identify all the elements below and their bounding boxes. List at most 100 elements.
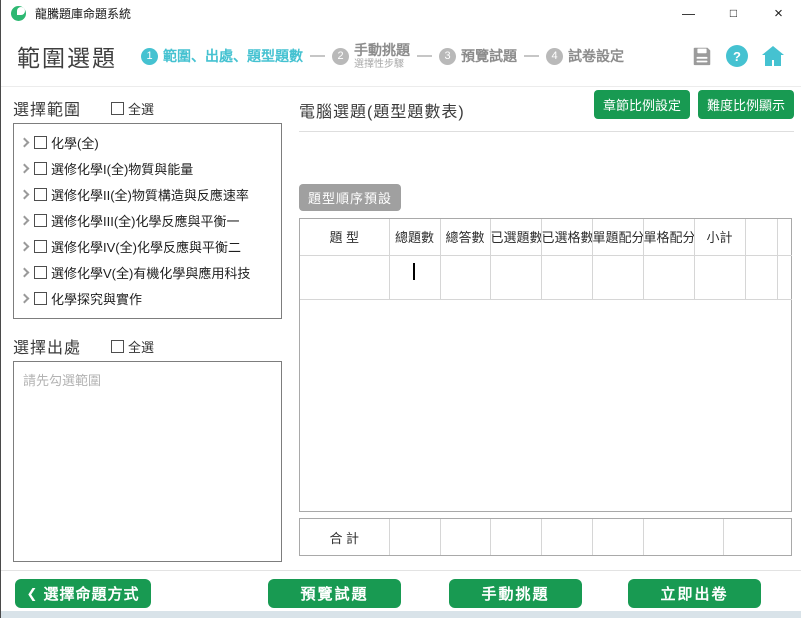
page-title: 範圍選題 [17, 39, 117, 73]
chevron-right-icon[interactable] [20, 215, 30, 225]
tree-checkbox[interactable] [34, 188, 47, 201]
close-button[interactable]: × [756, 5, 801, 22]
range-tree: 化學(全) 選修化學I(全)物質與能量 選修化學II(全)物質構造與反應速率 選… [13, 123, 282, 319]
save-icon[interactable] [691, 45, 713, 67]
tree-item-label: 選修化學I(全)物質與能量 [51, 159, 193, 178]
col-points-per-blank: 單格配分 [643, 219, 694, 255]
total-row: 合 計 [299, 518, 792, 556]
step-1-label: 範圍、出處、題型題數 [163, 48, 303, 64]
tree-item-elective-3[interactable]: 選修化學III(全)化學反應與平衡一 [14, 207, 281, 233]
cell-selected-questions[interactable] [490, 255, 541, 299]
tree-item-elective-4[interactable]: 選修化學IV(全)化學反應與平衡二 [14, 233, 281, 259]
source-section-header: 選擇出處 全選 [13, 334, 282, 358]
source-list[interactable]: 請先勾選範圍 [13, 361, 282, 562]
tree-item-label: 選修化學IV(全)化學反應與平衡二 [51, 237, 241, 256]
col-empty [745, 219, 777, 255]
tree-checkbox[interactable] [34, 240, 47, 253]
source-select-all-checkbox[interactable] [111, 340, 124, 353]
preview-questions-button[interactable]: 預覽試題 [268, 579, 401, 608]
tree-item-inquiry-practice[interactable]: 化學探究與實作 [14, 285, 281, 311]
window-controls: — □ × [666, 5, 801, 22]
tree-item-chemistry-all[interactable]: 化學(全) [14, 129, 281, 155]
col-points-per-question: 單題配分 [592, 219, 643, 255]
tree-item-label: 選修化學V(全)有機化學與應用科技 [51, 263, 250, 282]
range-select-all-checkbox[interactable] [111, 102, 124, 115]
chevron-right-icon[interactable] [20, 293, 30, 303]
manual-pick-button[interactable]: 手動挑題 [449, 579, 582, 608]
tree-checkbox[interactable] [34, 266, 47, 279]
difficulty-ratio-button[interactable]: 難度比例顯示 [698, 90, 794, 119]
total-cell [490, 519, 541, 555]
tree-item-elective-1[interactable]: 選修化學I(全)物質與能量 [14, 155, 281, 181]
tree-checkbox[interactable] [34, 162, 47, 175]
tree-checkbox[interactable] [34, 136, 47, 149]
step-3-label: 預覽試題 [461, 48, 517, 64]
chevron-right-icon[interactable] [20, 241, 30, 251]
step-1-range: 1 範圍、出處、題型題數 [141, 48, 303, 65]
step-connector [417, 55, 432, 57]
step-4-label: 試卷設定 [568, 48, 624, 64]
chevron-right-icon[interactable] [20, 267, 30, 277]
chevron-right-icon[interactable] [20, 189, 30, 199]
generate-paper-button[interactable]: 立即出卷 [628, 579, 761, 608]
cell-total-answers[interactable] [440, 255, 490, 299]
step-1-number: 1 [141, 48, 158, 65]
cell-selected-blanks[interactable] [541, 255, 592, 299]
main-panel-header: 電腦選題(題型題數表) 章節比例設定 難度比例顯示 [299, 90, 794, 122]
col-empty [777, 219, 792, 255]
help-glyph: ? [733, 49, 741, 64]
cell-points-per-question[interactable] [592, 255, 643, 299]
left-panel: 選擇範圍 全選 化學(全) 選修化學I(全)物質與能量 選修化學II(全)物質構… [13, 96, 282, 562]
main-panel-title: 電腦選題(題型題數表) [299, 98, 465, 122]
back-to-method-button[interactable]: ❮ 選擇命題方式 [15, 579, 151, 608]
step-2-label: 手動挑題 [354, 42, 410, 58]
col-total-questions: 總題數 [389, 219, 440, 255]
header-icons: ? [691, 45, 785, 67]
tree-item-elective-5[interactable]: 選修化學V(全)有機化學與應用科技 [14, 259, 281, 285]
total-cell [592, 519, 643, 555]
cell-points-per-blank[interactable] [643, 255, 694, 299]
maximize-button[interactable]: □ [711, 6, 756, 20]
total-cell [723, 519, 793, 555]
tree-checkbox[interactable] [34, 292, 47, 305]
range-section-header: 選擇範圍 全選 [13, 96, 282, 120]
step-2-number: 2 [332, 48, 349, 65]
range-select-all[interactable]: 全選 [111, 99, 154, 118]
text-caret [413, 263, 415, 280]
cell-empty [745, 255, 777, 299]
range-section-title: 選擇範圍 [13, 96, 81, 120]
minimize-button[interactable]: — [666, 6, 711, 21]
chevron-right-icon[interactable] [20, 163, 30, 173]
source-select-all-label: 全選 [128, 337, 154, 356]
cell-question-type[interactable] [300, 255, 389, 299]
question-type-table: 題 型 總題數 總答數 已選題數 已選格數 單題配分 單格配分 小計 [299, 218, 792, 512]
tree-item-label: 化學探究與實作 [51, 289, 142, 308]
col-question-type: 題 型 [300, 219, 389, 255]
tree-checkbox[interactable] [34, 214, 47, 227]
panel-divider [299, 131, 794, 132]
tree-item-label: 化學(全) [51, 133, 99, 152]
step-2-manual-pick: 2 手動挑題 選擇性步驟 [332, 42, 410, 69]
question-type-preset-badge[interactable]: 題型順序預設 [299, 184, 401, 211]
table-header-row: 題 型 總題數 總答數 已選題數 已選格數 單題配分 單格配分 小計 [300, 219, 792, 255]
total-cell [541, 519, 592, 555]
chevron-right-icon[interactable] [20, 137, 30, 147]
source-placeholder: 請先勾選範圍 [23, 373, 101, 388]
col-selected-blanks: 已選格數 [541, 219, 592, 255]
source-select-all[interactable]: 全選 [111, 337, 154, 356]
app-title: 龍騰題庫命題系統 [35, 5, 131, 22]
chevron-left-icon: ❮ [27, 586, 39, 602]
tree-item-elective-2[interactable]: 選修化學II(全)物質構造與反應速率 [14, 181, 281, 207]
ratio-buttons: 章節比例設定 難度比例顯示 [594, 90, 794, 119]
total-label: 合 計 [300, 519, 389, 555]
cell-empty [777, 255, 792, 299]
step-3-preview: 3 預覽試題 [439, 48, 517, 65]
bottom-strip [1, 611, 801, 618]
chapter-ratio-button[interactable]: 章節比例設定 [594, 90, 690, 119]
step-3-number: 3 [439, 48, 456, 65]
footer-bar: ❮ 選擇命題方式 預覽試題 手動挑題 立即出卷 [1, 570, 801, 611]
cell-subtotal[interactable] [694, 255, 745, 299]
title-bar: 龍騰題庫命題系統 — □ × [1, 0, 801, 26]
help-icon[interactable]: ? [726, 45, 748, 67]
home-icon[interactable] [761, 45, 785, 67]
